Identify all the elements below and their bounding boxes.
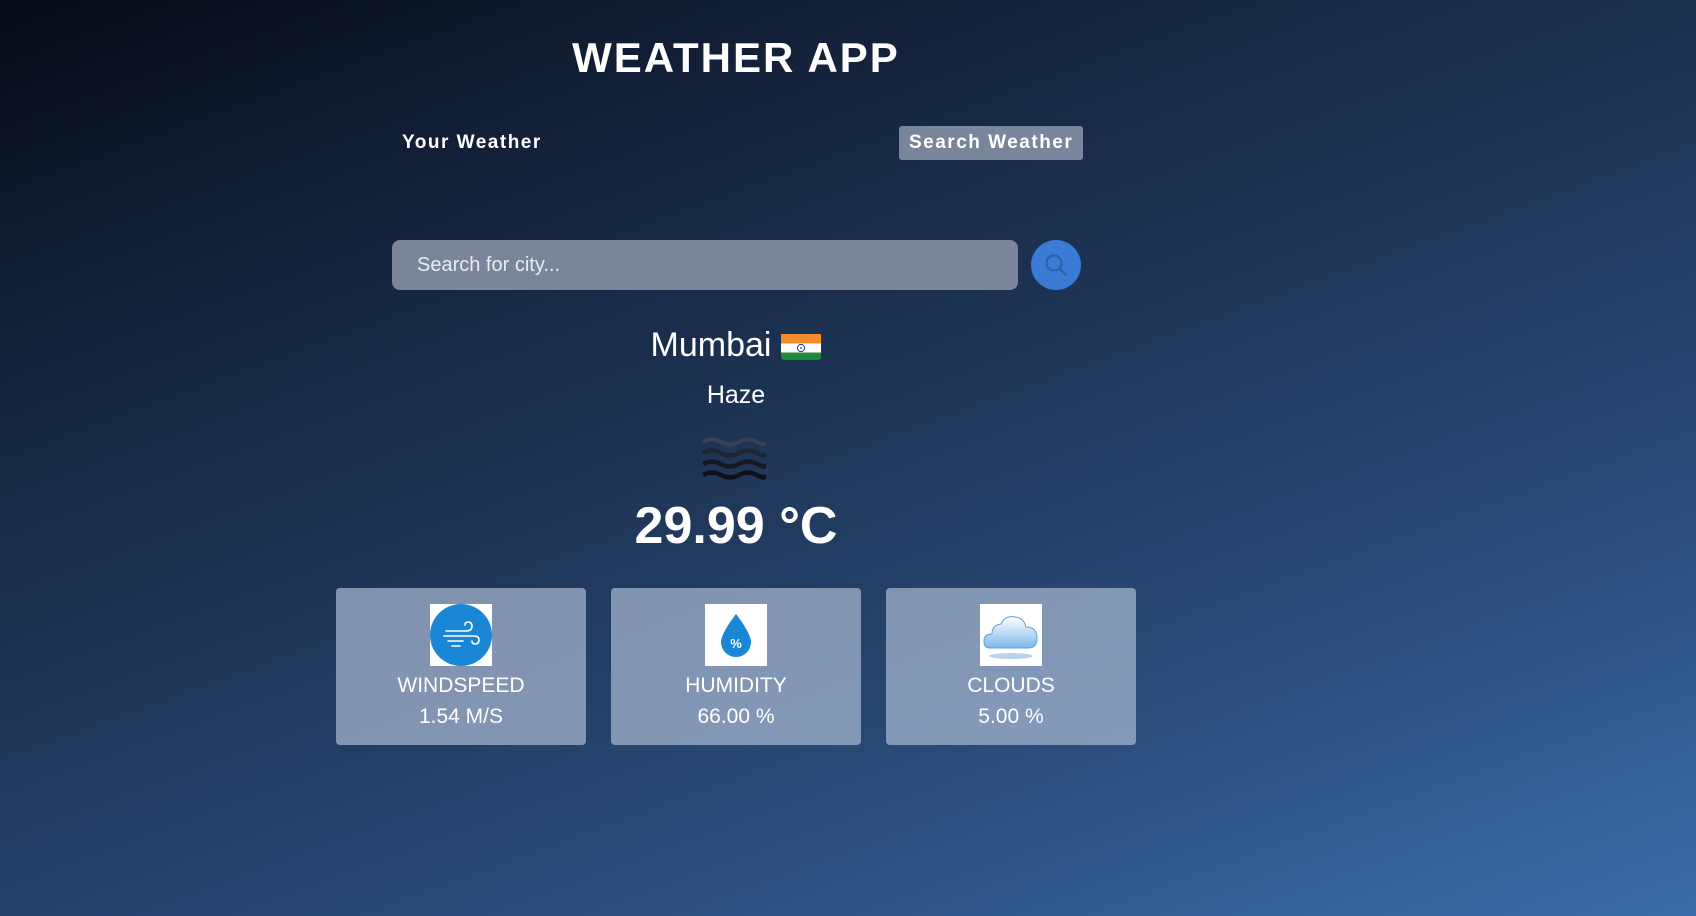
humidity-icon: % [705,604,767,666]
stat-label: WINDSPEED [397,674,525,697]
svg-text:%: % [730,636,742,651]
city-row: Mumbai [0,326,1472,365]
cloud-icon [980,604,1042,666]
weather-description: Haze [706,381,766,409]
stat-card-clouds: CLOUDS 5.00 % [886,588,1136,745]
app-title: WEATHER APP [572,34,900,81]
tab-search-weather[interactable]: Search Weather [899,126,1084,160]
stat-label: HUMIDITY [685,674,787,697]
stat-card-windspeed: WINDSPEED 1.54 M/S [336,588,586,745]
india-flag [781,332,822,360]
stat-value: 5.00 % [978,705,1044,728]
stat-value: 1.54 M/S [418,705,504,728]
stat-value: 66.00 % [697,705,775,728]
temperature: 29.99 °C [634,497,838,555]
stat-card-humidity: % HUMIDITY 66.00 % [611,588,861,745]
search-button[interactable] [1031,240,1081,290]
stat-label: CLOUDS [967,674,1055,697]
wind-icon [430,604,492,666]
city-name: Mumbai [650,326,772,364]
haze-icon [700,434,769,482]
search-icon [1045,254,1068,277]
search-input[interactable] [392,240,1018,290]
tab-your-weather[interactable]: Your Weather [392,126,552,160]
